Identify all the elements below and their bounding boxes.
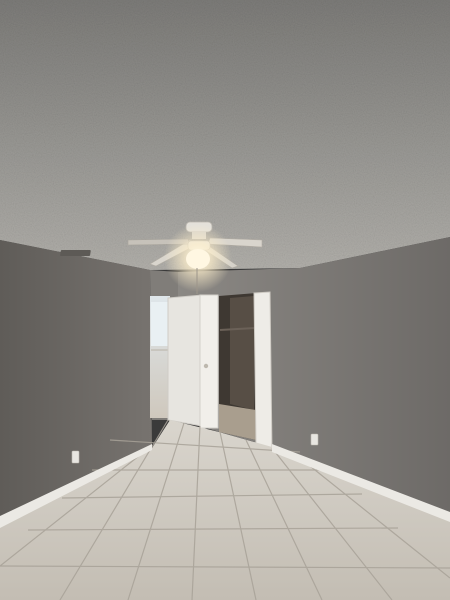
door-knob[interactable] <box>203 363 209 369</box>
room-scene <box>0 0 450 600</box>
door-edge <box>199 294 219 429</box>
air-vent-icon <box>60 250 91 256</box>
bedroom-door[interactable] <box>167 294 203 427</box>
hall-window <box>151 302 168 346</box>
light-bulb-icon <box>186 249 210 269</box>
closet-back-wall <box>230 296 254 410</box>
ceiling <box>0 0 450 270</box>
room-photo <box>0 0 450 600</box>
outlet-icon <box>310 433 319 446</box>
closet-door[interactable] <box>253 291 273 453</box>
outlet-icon <box>71 450 80 464</box>
